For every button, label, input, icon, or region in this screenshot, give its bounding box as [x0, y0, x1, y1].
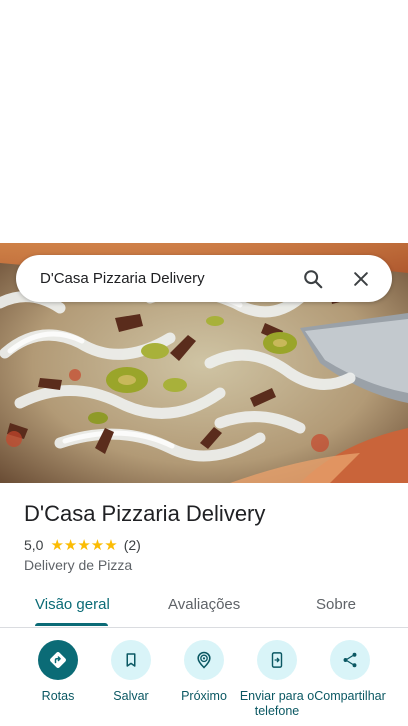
- nearby-icon: [184, 640, 224, 680]
- rating-row[interactable]: 5,0 ★★★★★ (2): [24, 536, 141, 554]
- share-label: Compartilhar: [314, 689, 386, 703]
- send-to-phone-icon: [257, 640, 297, 680]
- place-page: D'Casa Pizzaria Delivery D'Casa Pizzaria…: [0, 0, 408, 726]
- tab-reviews[interactable]: Avaliações: [168, 596, 240, 613]
- share-button[interactable]: Compartilhar: [310, 640, 390, 704]
- place-title: D'Casa Pizzaria Delivery: [24, 501, 266, 526]
- search-bar[interactable]: D'Casa Pizzaria Delivery: [16, 255, 392, 302]
- review-count: (2): [123, 537, 141, 553]
- directions-icon: [38, 640, 78, 680]
- save-label: Salvar: [113, 689, 149, 703]
- save-button[interactable]: Salvar: [91, 640, 171, 704]
- rating-value: 5,0: [24, 537, 44, 553]
- nearby-button[interactable]: Próximo: [164, 640, 244, 704]
- tab-bar: Visão geral Avaliações Sobre: [0, 585, 408, 628]
- bookmark-icon: [111, 640, 151, 680]
- directions-label: Rotas: [41, 689, 75, 703]
- share-icon: [330, 640, 370, 680]
- search-input[interactable]: D'Casa Pizzaria Delivery: [40, 270, 282, 287]
- place-category[interactable]: Delivery de Pizza: [24, 557, 132, 573]
- nearby-label: Próximo: [181, 689, 227, 703]
- star-rating-icon: ★★★★★: [50, 537, 118, 554]
- search-icon[interactable]: [296, 262, 330, 296]
- send-to-phone-label: Enviar para o telefone: [239, 689, 315, 718]
- close-icon[interactable]: [344, 262, 378, 296]
- directions-button[interactable]: Rotas: [18, 640, 98, 704]
- tab-about[interactable]: Sobre: [316, 596, 356, 613]
- tab-overview[interactable]: Visão geral: [35, 596, 110, 613]
- action-buttons: Rotas Salvar Próximo Enviar para o telef…: [0, 640, 408, 726]
- active-tab-indicator: [35, 623, 108, 626]
- send-to-phone-button[interactable]: Enviar para o telefone: [237, 640, 317, 719]
